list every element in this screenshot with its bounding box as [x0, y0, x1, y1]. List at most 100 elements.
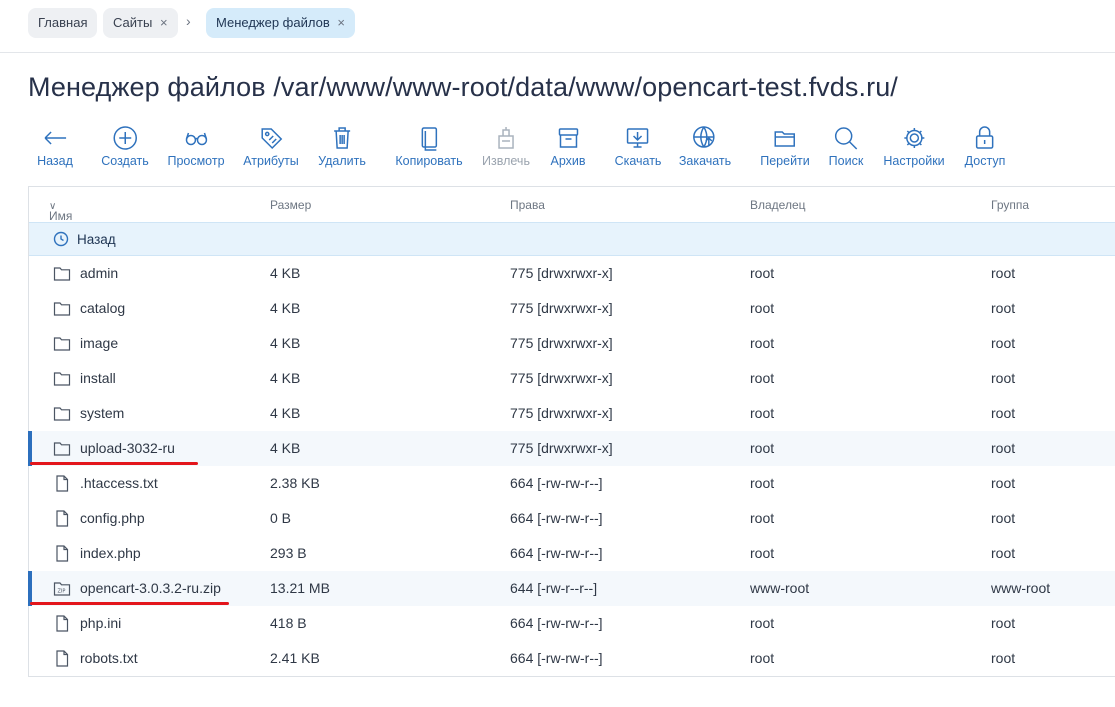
attributes-button[interactable]: Атрибуты — [243, 124, 299, 168]
close-icon[interactable]: × — [337, 15, 345, 30]
file-name[interactable]: system — [80, 405, 124, 421]
lock-icon — [965, 124, 1006, 154]
close-icon[interactable]: × — [160, 15, 168, 30]
file-owner: root — [750, 475, 775, 491]
settings-button[interactable]: Настройки — [883, 124, 945, 168]
folder-icon — [53, 405, 71, 422]
column-header-owner[interactable]: Владелец — [750, 198, 806, 212]
extract-button[interactable]: Извлечь — [482, 124, 530, 168]
file-name[interactable]: upload-3032-ru — [80, 440, 175, 456]
table-row[interactable]: install 4 KB 775 [drwxrwxr-x] root root — [29, 361, 1115, 396]
tool-label: Назад — [37, 154, 73, 168]
file-name[interactable]: install — [80, 370, 116, 386]
file-group: root — [991, 300, 1016, 316]
annotation-underline — [30, 602, 229, 605]
download-button[interactable]: Скачать — [614, 124, 662, 168]
glasses-icon — [167, 124, 224, 154]
extract-icon — [482, 124, 530, 154]
column-header-name[interactable]: Имя ∨ — [49, 198, 72, 223]
view-button[interactable]: Просмотр — [167, 124, 225, 168]
archive-icon — [550, 124, 585, 154]
file-icon — [53, 650, 71, 667]
file-size: 4 KB — [270, 370, 301, 386]
table-row[interactable]: image 4 KB 775 [drwxrwxr-x] root root — [29, 326, 1115, 361]
table-row[interactable]: upload-3032-ru 4 KB 775 [drwxrwxr-x] root ro… — [28, 431, 1115, 466]
file-group: root — [991, 405, 1016, 421]
delete-button[interactable]: Удалить — [318, 124, 366, 168]
top-bar: Главная Сайты × › Менеджер файлов × — [0, 0, 1115, 53]
tool-label: Удалить — [318, 154, 366, 168]
column-header-group[interactable]: Группа — [991, 198, 1029, 212]
table-row[interactable]: admin 4 KB 775 [drwxrwxr-x] root root — [29, 256, 1115, 291]
table-row[interactable]: system 4 KB 775 [drwxrwxr-x] root root — [29, 396, 1115, 431]
upload-globe-icon — [679, 124, 731, 154]
tool-label: Доступ — [964, 154, 1006, 168]
file-owner: root — [750, 615, 775, 631]
file-owner: root — [750, 405, 775, 421]
archive-button[interactable]: Архив — [550, 124, 586, 168]
breadcrumb-label: Главная — [38, 15, 88, 30]
file-name[interactable]: catalog — [80, 300, 125, 316]
file-name[interactable]: config.php — [80, 510, 145, 526]
file-owner: root — [750, 650, 775, 666]
breadcrumb-home[interactable]: Главная — [28, 8, 98, 38]
file-size: 2.38 KB — [270, 475, 320, 491]
search-button[interactable]: Поиск — [828, 124, 864, 168]
file-group: root — [991, 510, 1016, 526]
file-size: 4 KB — [270, 440, 301, 456]
table-body: admin 4 KB 775 [drwxrwxr-x] root root catalog… — [28, 256, 1115, 676]
file-size: 4 KB — [270, 265, 301, 281]
file-size: 293 B — [270, 545, 307, 561]
page-title: Менеджер файлов /var/www/www-root/data/w… — [28, 72, 898, 102]
tool-label: Копировать — [395, 154, 463, 168]
tool-label: Скачать — [614, 154, 662, 168]
access-button[interactable]: Доступ — [964, 124, 1006, 168]
copy-icon — [395, 124, 462, 154]
table-row[interactable]: robots.txt 2.41 KB 664 [-rw-rw-r--] root roo… — [29, 641, 1115, 676]
file-icon — [53, 615, 71, 632]
file-name[interactable]: .htaccess.txt — [80, 475, 158, 491]
table-row[interactable]: .htaccess.txt 2.38 KB 664 [-rw-rw-r--] root… — [29, 466, 1115, 501]
file-size: 4 KB — [270, 335, 301, 351]
back-row[interactable]: Назад — [29, 222, 1115, 256]
tool-label: Извлечь — [482, 154, 530, 168]
breadcrumb-sites[interactable]: Сайты × — [103, 8, 178, 38]
column-header-size[interactable]: Размер — [270, 198, 311, 212]
tool-label: Настройки — [883, 154, 945, 168]
file-icon — [53, 510, 71, 527]
goto-button[interactable]: Перейти — [760, 124, 810, 168]
plus-circle-icon — [101, 124, 149, 154]
file-rights: 664 [-rw-rw-r--] — [510, 650, 603, 666]
toolbar: Назад Создать Просмотр Атрибуты Удалить … — [0, 124, 1115, 174]
file-owner: root — [750, 545, 775, 561]
table-row[interactable]: catalog 4 KB 775 [drwxrwxr-x] root root — [29, 291, 1115, 326]
trash-icon — [318, 124, 366, 154]
copy-button[interactable]: Копировать — [395, 124, 463, 168]
file-name[interactable]: index.php — [80, 545, 141, 561]
breadcrumb-label: Сайты — [113, 15, 153, 30]
tool-label: Поиск — [828, 154, 864, 168]
breadcrumb-file-manager[interactable]: Менеджер файлов × — [206, 8, 355, 38]
folder-icon — [53, 440, 71, 457]
file-name[interactable]: php.ini — [80, 615, 121, 631]
file-rights: 775 [drwxrwxr-x] — [510, 440, 613, 456]
create-button[interactable]: Создать — [101, 124, 149, 168]
table-row[interactable]: config.php 0 B 664 [-rw-rw-r--] root root — [29, 501, 1115, 536]
file-name[interactable]: image — [80, 335, 118, 351]
upload-button[interactable]: Закачать — [679, 124, 731, 168]
file-name[interactable]: robots.txt — [80, 650, 138, 666]
file-group: root — [991, 265, 1016, 281]
table-row[interactable]: php.ini 418 B 664 [-rw-rw-r--] root root — [29, 606, 1115, 641]
file-name[interactable]: admin — [80, 265, 118, 281]
gear-icon — [883, 124, 944, 154]
table-row[interactable]: index.php 293 B 664 [-rw-rw-r--] root root — [29, 536, 1115, 571]
file-name[interactable]: opencart-3.0.3.2-ru.zip — [80, 580, 221, 596]
back-button[interactable]: Назад — [37, 124, 73, 168]
column-header-rights[interactable]: Права — [510, 198, 545, 212]
file-rights: 775 [drwxrwxr-x] — [510, 300, 613, 316]
file-owner: www-root — [750, 580, 810, 596]
table-row[interactable]: ZIP opencart-3.0.3.2-ru.zip 13.21 MB 644 [-… — [28, 571, 1115, 606]
tool-label: Архив — [550, 154, 586, 168]
file-rights: 775 [drwxrwxr-x] — [510, 370, 613, 386]
file-group: root — [991, 440, 1016, 456]
